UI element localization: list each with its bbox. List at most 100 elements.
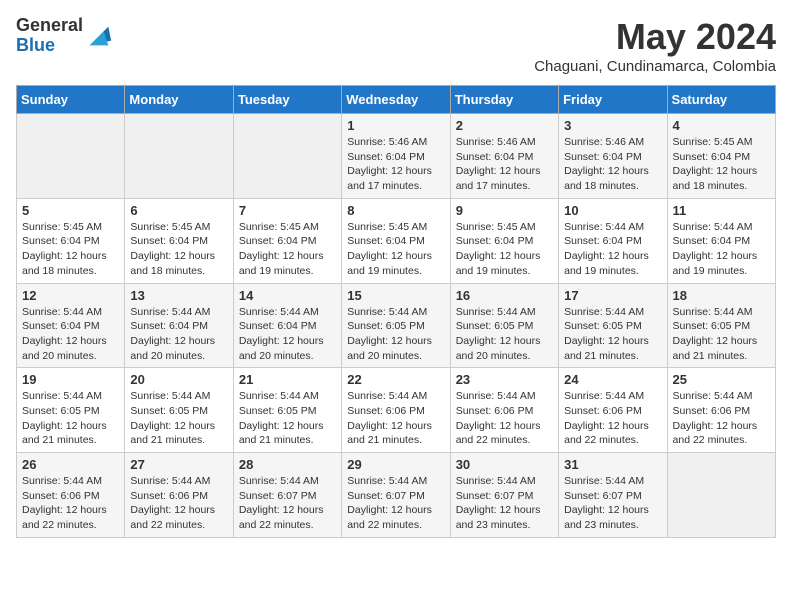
- day-header-sunday: Sunday: [17, 86, 125, 114]
- day-info: Sunrise: 5:45 AM Sunset: 6:04 PM Dayligh…: [456, 220, 553, 279]
- day-number: 11: [673, 203, 770, 218]
- calendar-cell: 2Sunrise: 5:46 AM Sunset: 6:04 PM Daylig…: [450, 114, 558, 199]
- calendar-cell: 15 Sunrise: 5:44 AM Sunset: 6:05 PM Dayli…: [342, 283, 450, 368]
- calendar-cell: 5 Sunrise: 5:45 AM Sunset: 6:04 PM Daylig…: [17, 198, 125, 283]
- calendar-cell: 9 Sunrise: 5:45 AM Sunset: 6:04 PM Daylig…: [450, 198, 558, 283]
- calendar-cell: 13 Sunrise: 5:44 AM Sunset: 6:04 PM Dayli…: [125, 283, 233, 368]
- calendar-cell: [233, 114, 341, 199]
- day-number: 7: [239, 203, 336, 218]
- page-header: General Blue May 2024 Chaguani, Cundinam…: [16, 16, 776, 75]
- day-header-tuesday: Tuesday: [233, 86, 341, 114]
- calendar-cell: 8 Sunrise: 5:45 AM Sunset: 6:04 PM Daylig…: [342, 198, 450, 283]
- day-info: Sunrise: 5:44 AM Sunset: 6:04 PM Dayligh…: [564, 220, 661, 279]
- calendar-cell: 20 Sunrise: 5:44 AM Sunset: 6:05 PM Dayli…: [125, 368, 233, 453]
- calendar-cell: 21Sunrise: 5:44 AM Sunset: 6:05 PM Dayli…: [233, 368, 341, 453]
- calendar-cell: 1Sunrise: 5:46 AM Sunset: 6:04 PM Daylig…: [342, 114, 450, 199]
- day-info: Sunrise: 5:46 AM Sunset: 6:04 PM Dayligh…: [564, 135, 661, 194]
- day-number: 6: [130, 203, 227, 218]
- day-info: Sunrise: 5:45 AM Sunset: 6:04 PM Dayligh…: [347, 220, 444, 279]
- day-info: Sunrise: 5:44 AM Sunset: 6:05 PM Dayligh…: [347, 305, 444, 364]
- day-number: 9: [456, 203, 553, 218]
- day-info: Sunrise: 5:44 AM Sunset: 6:05 PM Dayligh…: [22, 389, 119, 448]
- day-number: 31: [564, 457, 661, 472]
- day-info: Sunrise: 5:44 AM Sunset: 6:04 PM Dayligh…: [22, 305, 119, 364]
- day-info: Sunrise: 5:44 AM Sunset: 6:04 PM Dayligh…: [130, 305, 227, 364]
- logo-blue: Blue: [16, 36, 83, 56]
- calendar-cell: 26 Sunrise: 5:44 AM Sunset: 6:06 PM Dayli…: [17, 453, 125, 538]
- calendar-cell: 19 Sunrise: 5:44 AM Sunset: 6:05 PM Dayli…: [17, 368, 125, 453]
- day-number: 17: [564, 288, 661, 303]
- day-info: Sunrise: 5:44 AM Sunset: 6:06 PM Dayligh…: [456, 389, 553, 448]
- day-info: Sunrise: 5:44 AM Sunset: 6:05 PM Dayligh…: [239, 389, 336, 448]
- day-number: 16: [456, 288, 553, 303]
- location: Chaguani, Cundinamarca, Colombia: [534, 58, 776, 75]
- day-number: 30: [456, 457, 553, 472]
- calendar-week-row: 5 Sunrise: 5:45 AM Sunset: 6:04 PM Daylig…: [17, 198, 776, 283]
- day-header-monday: Monday: [125, 86, 233, 114]
- calendar-cell: 12 Sunrise: 5:44 AM Sunset: 6:04 PM Dayli…: [17, 283, 125, 368]
- day-number: 28: [239, 457, 336, 472]
- day-header-saturday: Saturday: [667, 86, 775, 114]
- day-number: 25: [673, 372, 770, 387]
- calendar-cell: 7 Sunrise: 5:45 AM Sunset: 6:04 PM Daylig…: [233, 198, 341, 283]
- day-info: Sunrise: 5:44 AM Sunset: 6:05 PM Dayligh…: [130, 389, 227, 448]
- calendar-cell: 10Sunrise: 5:44 AM Sunset: 6:04 PM Dayli…: [559, 198, 667, 283]
- day-number: 19: [22, 372, 119, 387]
- day-number: 5: [22, 203, 119, 218]
- calendar-cell: 4 Sunrise: 5:45 AM Sunset: 6:04 PM Daylig…: [667, 114, 775, 199]
- day-info: Sunrise: 5:44 AM Sunset: 6:06 PM Dayligh…: [347, 389, 444, 448]
- day-number: 8: [347, 203, 444, 218]
- day-info: Sunrise: 5:44 AM Sunset: 6:06 PM Dayligh…: [22, 474, 119, 533]
- calendar-cell: 14Sunrise: 5:44 AM Sunset: 6:04 PM Dayli…: [233, 283, 341, 368]
- day-info: Sunrise: 5:45 AM Sunset: 6:04 PM Dayligh…: [22, 220, 119, 279]
- calendar-cell: 29Sunrise: 5:44 AM Sunset: 6:07 PM Dayli…: [342, 453, 450, 538]
- day-header-thursday: Thursday: [450, 86, 558, 114]
- day-number: 22: [347, 372, 444, 387]
- calendar-cell: 3 Sunrise: 5:46 AM Sunset: 6:04 PM Daylig…: [559, 114, 667, 199]
- day-number: 1: [347, 118, 444, 133]
- calendar-cell: 18 Sunrise: 5:44 AM Sunset: 6:05 PM Dayli…: [667, 283, 775, 368]
- calendar-cell: 6 Sunrise: 5:45 AM Sunset: 6:04 PM Daylig…: [125, 198, 233, 283]
- day-info: Sunrise: 5:44 AM Sunset: 6:05 PM Dayligh…: [673, 305, 770, 364]
- day-number: 13: [130, 288, 227, 303]
- day-number: 26: [22, 457, 119, 472]
- day-number: 27: [130, 457, 227, 472]
- calendar-cell: 17Sunrise: 5:44 AM Sunset: 6:05 PM Dayli…: [559, 283, 667, 368]
- calendar-week-row: 19 Sunrise: 5:44 AM Sunset: 6:05 PM Dayli…: [17, 368, 776, 453]
- day-info: Sunrise: 5:44 AM Sunset: 6:04 PM Dayligh…: [239, 305, 336, 364]
- day-header-friday: Friday: [559, 86, 667, 114]
- calendar-cell: [17, 114, 125, 199]
- calendar-cell: 16 Sunrise: 5:44 AM Sunset: 6:05 PM Dayli…: [450, 283, 558, 368]
- calendar-cell: 28 Sunrise: 5:44 AM Sunset: 6:07 PM Dayli…: [233, 453, 341, 538]
- calendar-cell: 31 Sunrise: 5:44 AM Sunset: 6:07 PM Dayli…: [559, 453, 667, 538]
- day-info: Sunrise: 5:44 AM Sunset: 6:05 PM Dayligh…: [456, 305, 553, 364]
- calendar-cell: 22 Sunrise: 5:44 AM Sunset: 6:06 PM Dayli…: [342, 368, 450, 453]
- calendar-week-row: 1 Sunrise: 5:46 AM Sunset: 6:04 PM Daylig…: [17, 114, 776, 199]
- day-number: 12: [22, 288, 119, 303]
- calendar-cell: 25Sunrise: 5:44 AM Sunset: 6:06 PM Dayli…: [667, 368, 775, 453]
- day-info: Sunrise: 5:45 AM Sunset: 6:04 PM Dayligh…: [130, 220, 227, 279]
- calendar-cell: 11Sunrise: 5:44 AM Sunset: 6:04 PM Dayli…: [667, 198, 775, 283]
- logo-icon: [85, 22, 113, 50]
- day-number: 20: [130, 372, 227, 387]
- day-info: Sunrise: 5:44 AM Sunset: 6:07 PM Dayligh…: [564, 474, 661, 533]
- calendar-header-row: SundayMondayTuesdayWednesdayThursdayFrid…: [17, 86, 776, 114]
- calendar-week-row: 26 Sunrise: 5:44 AM Sunset: 6:06 PM Dayli…: [17, 453, 776, 538]
- day-info: Sunrise: 5:44 AM Sunset: 6:07 PM Dayligh…: [456, 474, 553, 533]
- calendar-cell: [125, 114, 233, 199]
- calendar-week-row: 12 Sunrise: 5:44 AM Sunset: 6:04 PM Dayli…: [17, 283, 776, 368]
- day-number: 24: [564, 372, 661, 387]
- day-number: 15: [347, 288, 444, 303]
- calendar-cell: [667, 453, 775, 538]
- month-title: May 2024: [534, 16, 776, 58]
- day-number: 3: [564, 118, 661, 133]
- day-number: 4: [673, 118, 770, 133]
- logo-text: General Blue: [16, 16, 83, 56]
- day-info: Sunrise: 5:44 AM Sunset: 6:06 PM Dayligh…: [564, 389, 661, 448]
- calendar-cell: 23Sunrise: 5:44 AM Sunset: 6:06 PM Dayli…: [450, 368, 558, 453]
- day-info: Sunrise: 5:45 AM Sunset: 6:04 PM Dayligh…: [239, 220, 336, 279]
- calendar-table: SundayMondayTuesdayWednesdayThursdayFrid…: [16, 85, 776, 538]
- day-number: 18: [673, 288, 770, 303]
- day-info: Sunrise: 5:44 AM Sunset: 6:07 PM Dayligh…: [239, 474, 336, 533]
- day-info: Sunrise: 5:45 AM Sunset: 6:04 PM Dayligh…: [673, 135, 770, 194]
